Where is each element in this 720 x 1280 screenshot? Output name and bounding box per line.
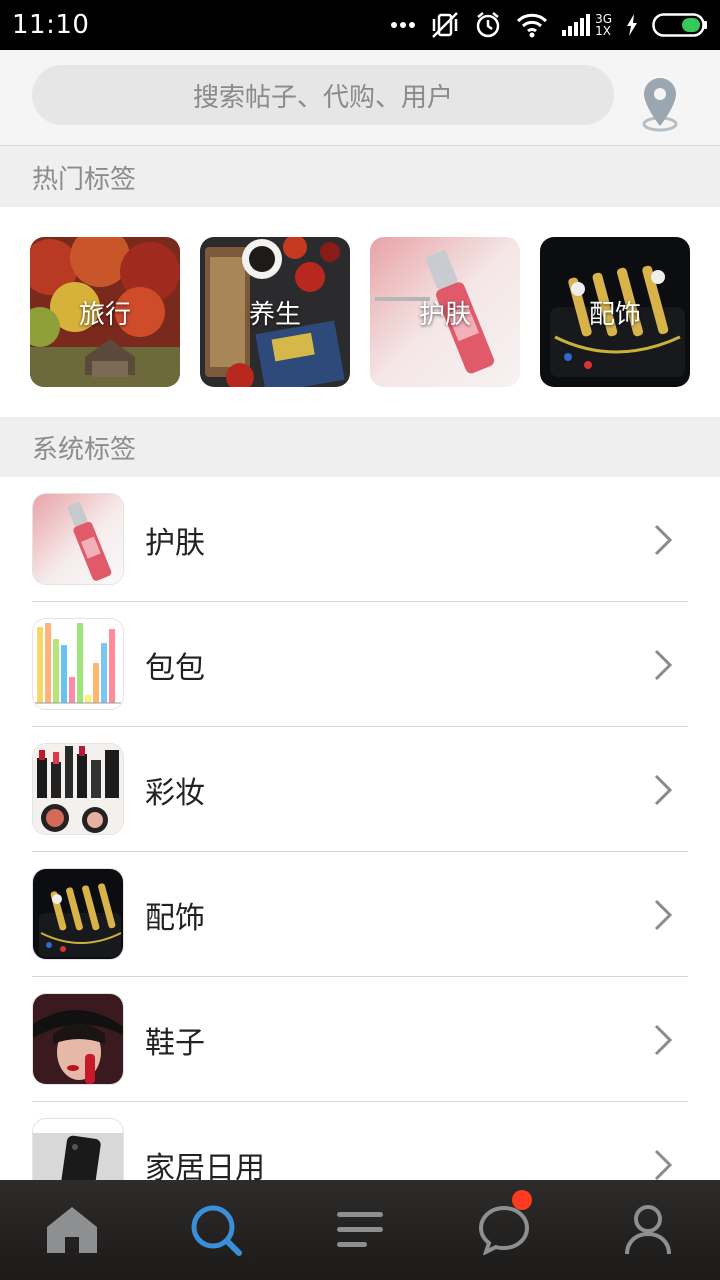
search-header: 搜索帖子、代购、用户 — [0, 50, 720, 146]
thumbnail — [32, 868, 124, 960]
status-bar: 11:10 3G 1X — [0, 0, 720, 50]
list-item-label: 鞋子 — [145, 1025, 205, 1061]
signal-icon — [562, 14, 591, 36]
serum-bottle-image — [33, 494, 123, 584]
hot-tags-header: 热门标签 — [0, 147, 720, 207]
nav-messages[interactable] — [432, 1180, 576, 1280]
chevron-right-icon — [654, 649, 673, 681]
chevron-right-icon — [654, 899, 673, 931]
list-item-bags[interactable]: 包包 — [0, 602, 720, 727]
thumbnail — [32, 743, 124, 835]
thumbnail — [32, 618, 124, 710]
list-item-makeup[interactable]: 彩妆 — [0, 727, 720, 852]
search-input[interactable]: 搜索帖子、代购、用户 — [32, 65, 614, 125]
list-item-label: 家居日用 — [145, 1150, 265, 1181]
chat-bubble-icon — [478, 1205, 530, 1255]
nav-home[interactable] — [0, 1180, 144, 1280]
thumbnail — [32, 993, 124, 1085]
woman-hat-image — [33, 994, 123, 1084]
wifi-icon — [517, 13, 548, 38]
nav-search[interactable] — [144, 1180, 288, 1280]
hot-tag-label: 养生 — [248, 299, 301, 330]
more-dots-icon — [391, 22, 416, 28]
list-item-home[interactable]: 家居日用 — [0, 1102, 720, 1180]
lipsticks-image — [33, 744, 123, 834]
user-icon — [625, 1205, 671, 1255]
list-item-skincare[interactable]: 护肤 — [0, 477, 720, 602]
list-item-label: 彩妆 — [145, 775, 205, 811]
network-type: 3G 1X — [595, 13, 612, 37]
search-placeholder: 搜索帖子、代购、用户 — [192, 82, 453, 113]
bar-chart-image — [33, 619, 123, 709]
hot-tag-travel[interactable]: 旅行 — [30, 237, 180, 387]
alarm-icon — [476, 12, 500, 38]
status-time: 11:10 — [12, 10, 90, 40]
list-item-label: 包包 — [145, 650, 205, 686]
notification-badge — [512, 1190, 532, 1210]
search-icon — [191, 1205, 242, 1256]
hot-tag-label: 护肤 — [418, 299, 471, 330]
phone-case-image — [33, 1119, 123, 1180]
hot-tags-title: 热门标签 — [32, 164, 137, 195]
list-item-label: 配饰 — [145, 900, 205, 936]
chevron-right-icon — [654, 774, 673, 806]
chevron-right-icon — [654, 1024, 673, 1056]
system-tags-title: 系统标签 — [32, 434, 137, 465]
hot-tag-accessories[interactable]: 配饰 — [540, 237, 690, 387]
menu-lines-icon — [337, 1212, 383, 1247]
battery-icon — [652, 13, 707, 37]
signal-group: 3G 1X — [562, 13, 612, 37]
chevron-right-icon — [654, 524, 673, 556]
bottom-nav — [0, 1180, 720, 1280]
charging-icon — [627, 14, 637, 36]
list-item-shoes[interactable]: 鞋子 — [0, 977, 720, 1102]
nav-profile[interactable] — [576, 1180, 720, 1280]
hot-tag-skincare[interactable]: 护肤 — [370, 237, 520, 387]
system-tags-list: 护肤 包包 彩妆 配饰 鞋子 家居日用 — [0, 477, 720, 1180]
vibrate-off-icon — [432, 12, 458, 38]
hot-tag-label: 配饰 — [588, 299, 641, 330]
status-icons: 3G 1X — [390, 11, 708, 39]
hot-tag-label: 旅行 — [78, 299, 131, 330]
hot-tag-health[interactable]: 养生 — [200, 237, 350, 387]
thumbnail — [32, 493, 124, 585]
chevron-right-icon — [654, 1149, 673, 1180]
home-icon — [47, 1207, 97, 1253]
system-tags-header: 系统标签 — [0, 417, 720, 477]
thumbnail — [32, 1118, 124, 1180]
network-1x: 1X — [595, 24, 611, 38]
list-item-label: 护肤 — [145, 525, 205, 561]
watches-image — [33, 869, 123, 959]
nav-feed[interactable] — [288, 1180, 432, 1280]
location-pin-icon[interactable] — [638, 76, 682, 132]
list-item-accessories[interactable]: 配饰 — [0, 852, 720, 977]
hot-tags: 旅行 养生 护肤 配饰 — [0, 207, 720, 417]
